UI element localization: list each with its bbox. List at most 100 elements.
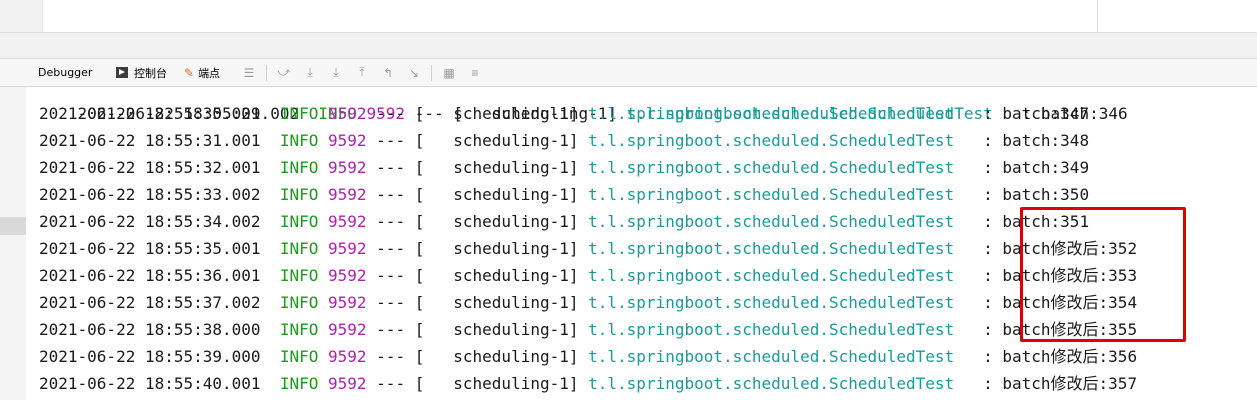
toolbar-divider (266, 64, 267, 81)
log-logger: t.l.springboot.scheduled.ScheduledTest (588, 212, 955, 231)
step-out-icon[interactable]: ⤒ (349, 59, 375, 87)
log-pid: 9592 (328, 212, 367, 231)
log-line: 2021-06-22 18:55:35.001 INFO 9592 --- [ … (39, 235, 1137, 262)
log-level: INFO (279, 266, 319, 285)
log-colon: : (983, 374, 993, 393)
log-level: INFO (279, 104, 319, 123)
log-line: 2021-06-22 18:55:34.002 INFO 9592 --- [ … (39, 208, 1089, 235)
log-line: 2021-06-22 18:55:37.002 INFO 9592 --- [ … (39, 289, 1137, 316)
log-timestamp: 2021-06-22 18:55:30.001 (39, 104, 261, 123)
step-over-icon[interactable]: ⤓ (297, 59, 323, 87)
log-pid: 9592 (328, 239, 367, 258)
evaluate-expression-icon[interactable]: ▦ (436, 59, 462, 87)
log-colon: : (983, 131, 993, 150)
log-logger: t.l.springboot.scheduled.ScheduledTest (588, 158, 955, 177)
console-output[interactable]: 2021-06-22 18:55:29.002 INFO 9592 --- [ … (26, 87, 1257, 400)
log-level: INFO (279, 158, 319, 177)
log-colon: : (983, 212, 993, 231)
log-level: INFO (279, 131, 319, 150)
log-separator: --- (376, 212, 406, 231)
log-timestamp: 2021-06-22 18:55:39.000 (39, 347, 261, 366)
log-colon: : (983, 347, 993, 366)
log-line: 2021-06-22 18:55:33.002 INFO 9592 --- [ … (39, 181, 1089, 208)
log-bracket: [ (414, 374, 425, 393)
log-pid: 9592 (328, 347, 367, 366)
log-bracket: [ (414, 185, 425, 204)
log-separator: --- (376, 374, 406, 393)
log-pid: 9592 (328, 266, 367, 285)
log-bracket: [ (414, 239, 425, 258)
log-thread: scheduling-1] (453, 347, 579, 366)
log-timestamp: 2021-06-22 18:55:31.001 (39, 131, 261, 150)
log-pid: 9592 (328, 185, 367, 204)
log-bracket: [ (414, 347, 425, 366)
log-bracket: [ (414, 158, 425, 177)
log-message: batch:349 (1002, 158, 1090, 177)
layout-menu-icon[interactable]: ☰ (236, 59, 262, 87)
log-bracket: [ (414, 104, 425, 123)
log-timestamp: 2021-06-22 18:55:34.002 (39, 212, 261, 231)
log-level: INFO (279, 239, 319, 258)
editor-divider (1097, 0, 1098, 32)
log-thread: scheduling-1] (453, 239, 579, 258)
log-message: batch:350 (1002, 185, 1090, 204)
log-separator: --- (376, 266, 406, 285)
log-colon: : (983, 320, 993, 339)
log-thread: scheduling-1] (453, 131, 579, 150)
log-pid: 9592 (328, 158, 367, 177)
log-bracket: [ (414, 266, 425, 285)
log-level: INFO (279, 347, 319, 366)
log-colon: : (983, 104, 993, 123)
log-pid: 9592 (328, 374, 367, 393)
log-line: 2021-06-22 18:55:38.000 INFO 9592 --- [ … (39, 316, 1137, 343)
console-icon (116, 67, 128, 78)
trace-stream-icon[interactable]: ≡ (462, 59, 488, 87)
log-colon: : (983, 293, 993, 312)
editor-area (0, 0, 1257, 32)
tab-breakpoints[interactable]: ✎ 端点 (184, 59, 236, 87)
tab-breakpoints-label: 端点 (198, 66, 221, 80)
log-logger: t.l.springboot.scheduled.ScheduledTest (588, 347, 955, 366)
log-level: INFO (279, 185, 319, 204)
log-bracket: [ (414, 131, 425, 150)
log-logger: t.l.springboot.scheduled.ScheduledTest (588, 185, 955, 204)
log-pid: 9592 (328, 131, 367, 150)
log-line: 2021-06-22 18:55:31.001 INFO 9592 --- [ … (39, 127, 1089, 154)
log-logger: t.l.springboot.scheduled.ScheduledTest (588, 293, 955, 312)
step-into-icon[interactable]: ⤓ (323, 59, 349, 87)
log-line: 2021-06-22 18:55:29.002 INFO 9592 --- [ … (39, 87, 1128, 123)
log-thread: scheduling-1] (453, 266, 579, 285)
log-logger: t.l.springboot.scheduled.ScheduledTest (588, 374, 955, 393)
log-level: INFO (279, 293, 319, 312)
tab-console[interactable]: 控制台 (116, 59, 184, 87)
tab-debugger-label: Debugger (38, 66, 93, 79)
log-timestamp: 2021-06-22 18:55:32.001 (39, 158, 261, 177)
console-gutter (0, 87, 26, 400)
log-line: 2021-06-22 18:55:30.001 INFO 9592 --- [ … (39, 100, 1089, 127)
log-colon: : (983, 158, 993, 177)
log-thread: scheduling-1] (453, 320, 579, 339)
toolbar-divider (431, 64, 432, 81)
log-thread: scheduling-1] (453, 374, 579, 393)
log-pid: 9592 (328, 320, 367, 339)
log-timestamp: 2021-06-22 18:55:37.002 (39, 293, 261, 312)
log-level: INFO (279, 212, 319, 231)
log-logger: t.l.springboot.scheduled.ScheduledTest (588, 239, 955, 258)
drop-frame-icon[interactable]: ↰ (375, 59, 401, 87)
log-message: batch修改后:357 (1002, 374, 1138, 393)
tab-debugger[interactable]: Debugger (38, 59, 112, 87)
log-colon: : (983, 266, 993, 285)
log-colon: : (983, 185, 993, 204)
log-timestamp: 2021-06-22 18:55:33.002 (39, 185, 261, 204)
debug-toolbar: Debugger 控制台 ✎ 端点 ☰ ⤻ ⤓ ⤓ ⤒ ↰ ↘ ▦ ≡ (0, 59, 1257, 87)
log-message: batch:348 (1002, 131, 1090, 150)
log-separator: --- (376, 158, 406, 177)
log-message: batch:347 (1002, 104, 1090, 123)
show-execution-point-icon[interactable]: ⤻ (271, 59, 297, 87)
log-pid: 9592 (328, 293, 367, 312)
run-to-cursor-icon[interactable]: ↘ (401, 59, 427, 87)
editor-gutter (0, 0, 43, 32)
log-separator: --- (376, 293, 406, 312)
log-separator: --- (376, 131, 406, 150)
log-thread: scheduling-1] (453, 293, 579, 312)
